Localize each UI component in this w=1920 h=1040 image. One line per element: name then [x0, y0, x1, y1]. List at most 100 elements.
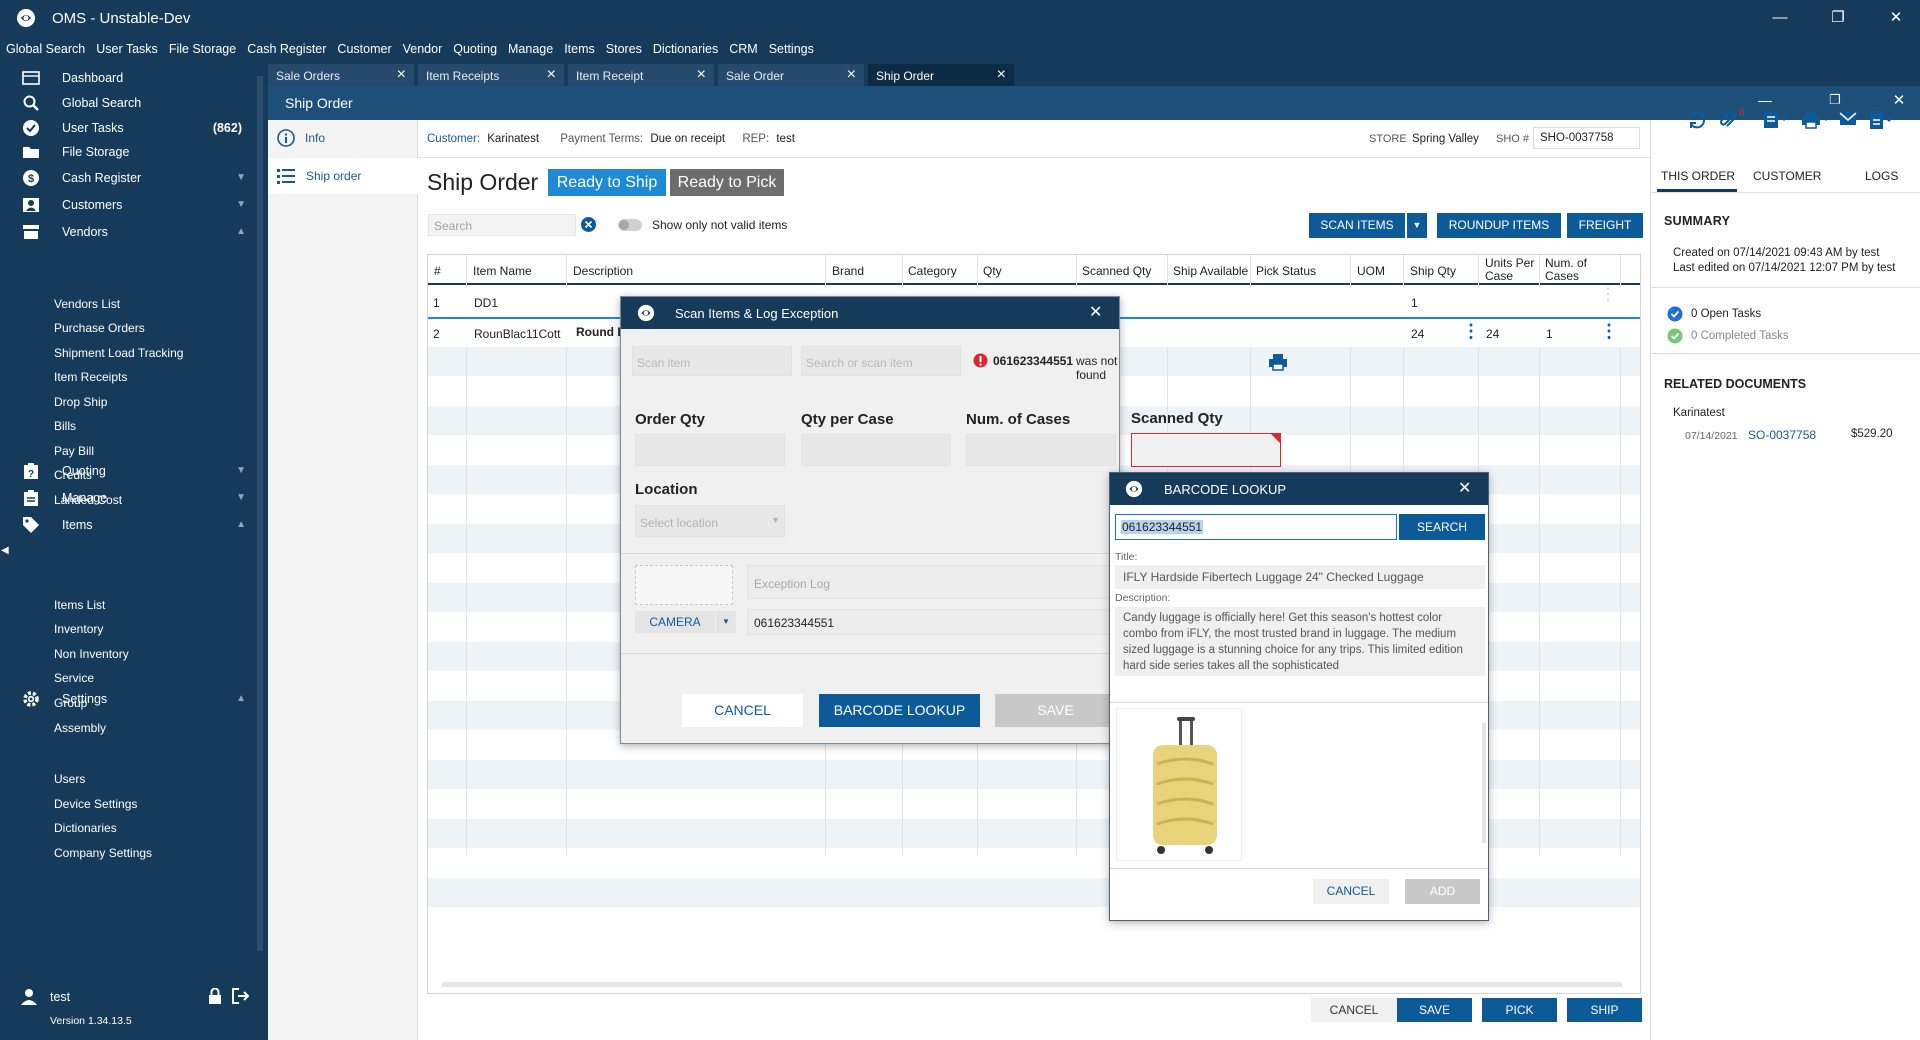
scanned-qty-field[interactable] [1131, 433, 1281, 467]
sidebar-subitem[interactable]: Drop Ship [54, 395, 107, 409]
menu-global-search[interactable]: Global Search [6, 42, 85, 56]
menu-stores[interactable]: Stores [606, 42, 642, 56]
barcode-lookup-button[interactable]: BARCODE LOOKUP [819, 694, 980, 727]
chevron-down-icon[interactable]: ▼ [236, 172, 246, 183]
collapse-sidebar-icon[interactable]: ◀ [1, 545, 9, 556]
sidebar-item-vendors[interactable]: Vendors ▲ [12, 217, 252, 247]
menu-file-storage[interactable]: File Storage [169, 42, 236, 56]
sidebar-subitem[interactable]: Device Settings [54, 797, 137, 811]
chevron-down-icon[interactable]: ▼ [236, 492, 246, 503]
item-search-input[interactable]: Search [428, 214, 576, 236]
col-header-num-cases[interactable]: Num. of Cases [1545, 257, 1595, 283]
menu-cash-register[interactable]: Cash Register [247, 42, 326, 56]
menu-customer[interactable]: Customer [337, 42, 391, 56]
status-badge-ready-to-pick[interactable]: Ready to Pick [670, 169, 784, 196]
window-close-icon[interactable]: ✕ [1884, 91, 1914, 109]
nav-info[interactable]: Info [268, 120, 418, 156]
tab-customer[interactable]: CUSTOMER [1753, 169, 1821, 183]
ship-button[interactable]: SHIP [1567, 998, 1642, 1022]
camera-dropdown-icon[interactable]: ▼ [716, 611, 736, 633]
barcode-query-input[interactable]: 061623344551 [1115, 514, 1397, 540]
nav-ship-order[interactable]: Ship order [268, 158, 418, 194]
col-header-ship-available[interactable]: Ship Available [1173, 264, 1248, 278]
open-tasks-text[interactable]: 0 Open Tasks [1691, 308, 1761, 320]
sidebar-subitem[interactable]: Users [54, 772, 85, 786]
tab-item-receipts[interactable]: Item Receipts × [418, 64, 564, 86]
tab-ship-order[interactable]: Ship Order × [868, 64, 1014, 86]
close-icon[interactable]: ✕ [1876, 6, 1916, 30]
col-header-num[interactable]: # [434, 264, 441, 278]
minimize-icon[interactable]: — [1760, 6, 1800, 30]
exception-log-input[interactable]: Exception Log [747, 565, 1121, 599]
lock-icon[interactable] [208, 988, 222, 1004]
barcode-value-field[interactable]: 061623344551 [747, 609, 1121, 635]
close-tab-icon[interactable]: × [997, 66, 1006, 84]
col-header-ship-qty[interactable]: Ship Qty [1410, 264, 1456, 278]
close-tab-icon[interactable]: × [847, 66, 856, 84]
col-header-item-name[interactable]: Item Name [473, 264, 532, 278]
menu-dictionaries[interactable]: Dictionaries [653, 42, 718, 56]
menu-crm[interactable]: CRM [729, 42, 757, 56]
cell-ship-qty[interactable]: 1 [1411, 296, 1418, 310]
document-icon[interactable] [1869, 110, 1895, 130]
chevron-down-icon[interactable]: ▼ [236, 465, 246, 476]
menu-user-tasks[interactable]: User Tasks [96, 42, 158, 56]
completed-tasks-text[interactable]: 0 Completed Tasks [1691, 330, 1789, 342]
image-placeholder[interactable] [635, 565, 733, 605]
sidebar-subitem[interactable]: Shipment Load Tracking [54, 346, 183, 360]
modal-close-icon[interactable]: ✕ [1089, 302, 1102, 322]
refresh-icon[interactable] [1687, 110, 1707, 130]
sidebar-subitem[interactable]: Company Settings [54, 846, 152, 860]
modal-cancel-button[interactable]: CANCEL [682, 694, 803, 727]
scan-item-input[interactable]: Scan item [632, 346, 792, 376]
status-badge-ready-to-ship[interactable]: Ready to Ship [548, 169, 666, 196]
sidebar-item-manage[interactable]: Manage ▼ [12, 483, 252, 513]
sidebar-item-cash-register[interactable]: $ Cash Register ▼ [12, 163, 252, 193]
window-restore-icon[interactable]: ❐ [1820, 92, 1850, 108]
chevron-up-icon[interactable]: ▲ [236, 226, 246, 237]
ship-qty-menu-icon[interactable]: ⋮ [1462, 321, 1480, 342]
chevron-up-icon[interactable]: ▲ [236, 519, 246, 530]
close-tab-icon[interactable]: × [697, 66, 706, 84]
sidebar-subitem[interactable]: Bills [54, 419, 76, 433]
print-icon[interactable] [1801, 111, 1831, 129]
sidebar-subitem[interactable]: Vendors List [54, 297, 120, 311]
horizontal-scrollbar[interactable] [442, 982, 1622, 987]
row-menu-icon[interactable]: ⋮ [1600, 321, 1618, 342]
menu-vendor[interactable]: Vendor [403, 42, 443, 56]
col-header-category[interactable]: Category [908, 264, 957, 278]
row-menu-icon[interactable]: ⋮ [1600, 287, 1616, 303]
tab-item-receipt[interactable]: Item Receipt × [568, 64, 714, 86]
menu-items[interactable]: Items [564, 42, 595, 56]
tab-sale-order[interactable]: Sale Order × [718, 64, 864, 86]
sho-number-field[interactable]: SHO-0037758 [1533, 127, 1640, 149]
barcode-search-button[interactable]: SEARCH [1399, 514, 1485, 540]
tab-logs[interactable]: LOGS [1865, 169, 1898, 183]
sidebar-subitem[interactable]: Item Receipts [54, 370, 127, 384]
sidebar-item-settings[interactable]: Settings ▲ [12, 684, 252, 714]
chevron-down-icon[interactable]: ▼ [236, 199, 246, 210]
sidebar-subitem[interactable]: Inventory [54, 622, 103, 636]
camera-button[interactable]: CAMERA [635, 611, 715, 633]
lookup-cancel-button[interactable]: CANCEL [1313, 879, 1389, 904]
modal-close-icon[interactable]: ✕ [1458, 478, 1471, 498]
sidebar-subitem[interactable]: Dictionaries [54, 821, 117, 835]
tab-sale-orders[interactable]: Sale Orders × [268, 64, 414, 86]
menu-quoting[interactable]: Quoting [453, 42, 497, 56]
attachment-icon[interactable] [1719, 110, 1737, 130]
menu-manage[interactable]: Manage [508, 42, 553, 56]
sidebar-subitem[interactable]: Non Inventory [54, 647, 129, 661]
close-tab-icon[interactable]: × [397, 66, 406, 84]
search-scan-input[interactable]: Search or scan item [801, 346, 961, 376]
maximize-icon[interactable]: ❐ [1818, 6, 1858, 30]
clear-search-icon[interactable] [580, 216, 597, 233]
sidebar-item-customers[interactable]: Customers ▼ [12, 190, 252, 220]
close-tab-icon[interactable]: × [547, 66, 556, 84]
cell-ship-qty[interactable]: 24 [1411, 327, 1424, 341]
pick-button[interactable]: PICK [1482, 998, 1557, 1022]
email-icon[interactable] [1839, 112, 1857, 126]
col-header-description[interactable]: Description [573, 264, 633, 278]
sidebar-subitem[interactable]: Purchase Orders [54, 321, 145, 335]
sidebar-item-items[interactable]: Items ▲ [12, 510, 252, 540]
scan-items-button[interactable]: SCAN ITEMS [1309, 213, 1405, 238]
